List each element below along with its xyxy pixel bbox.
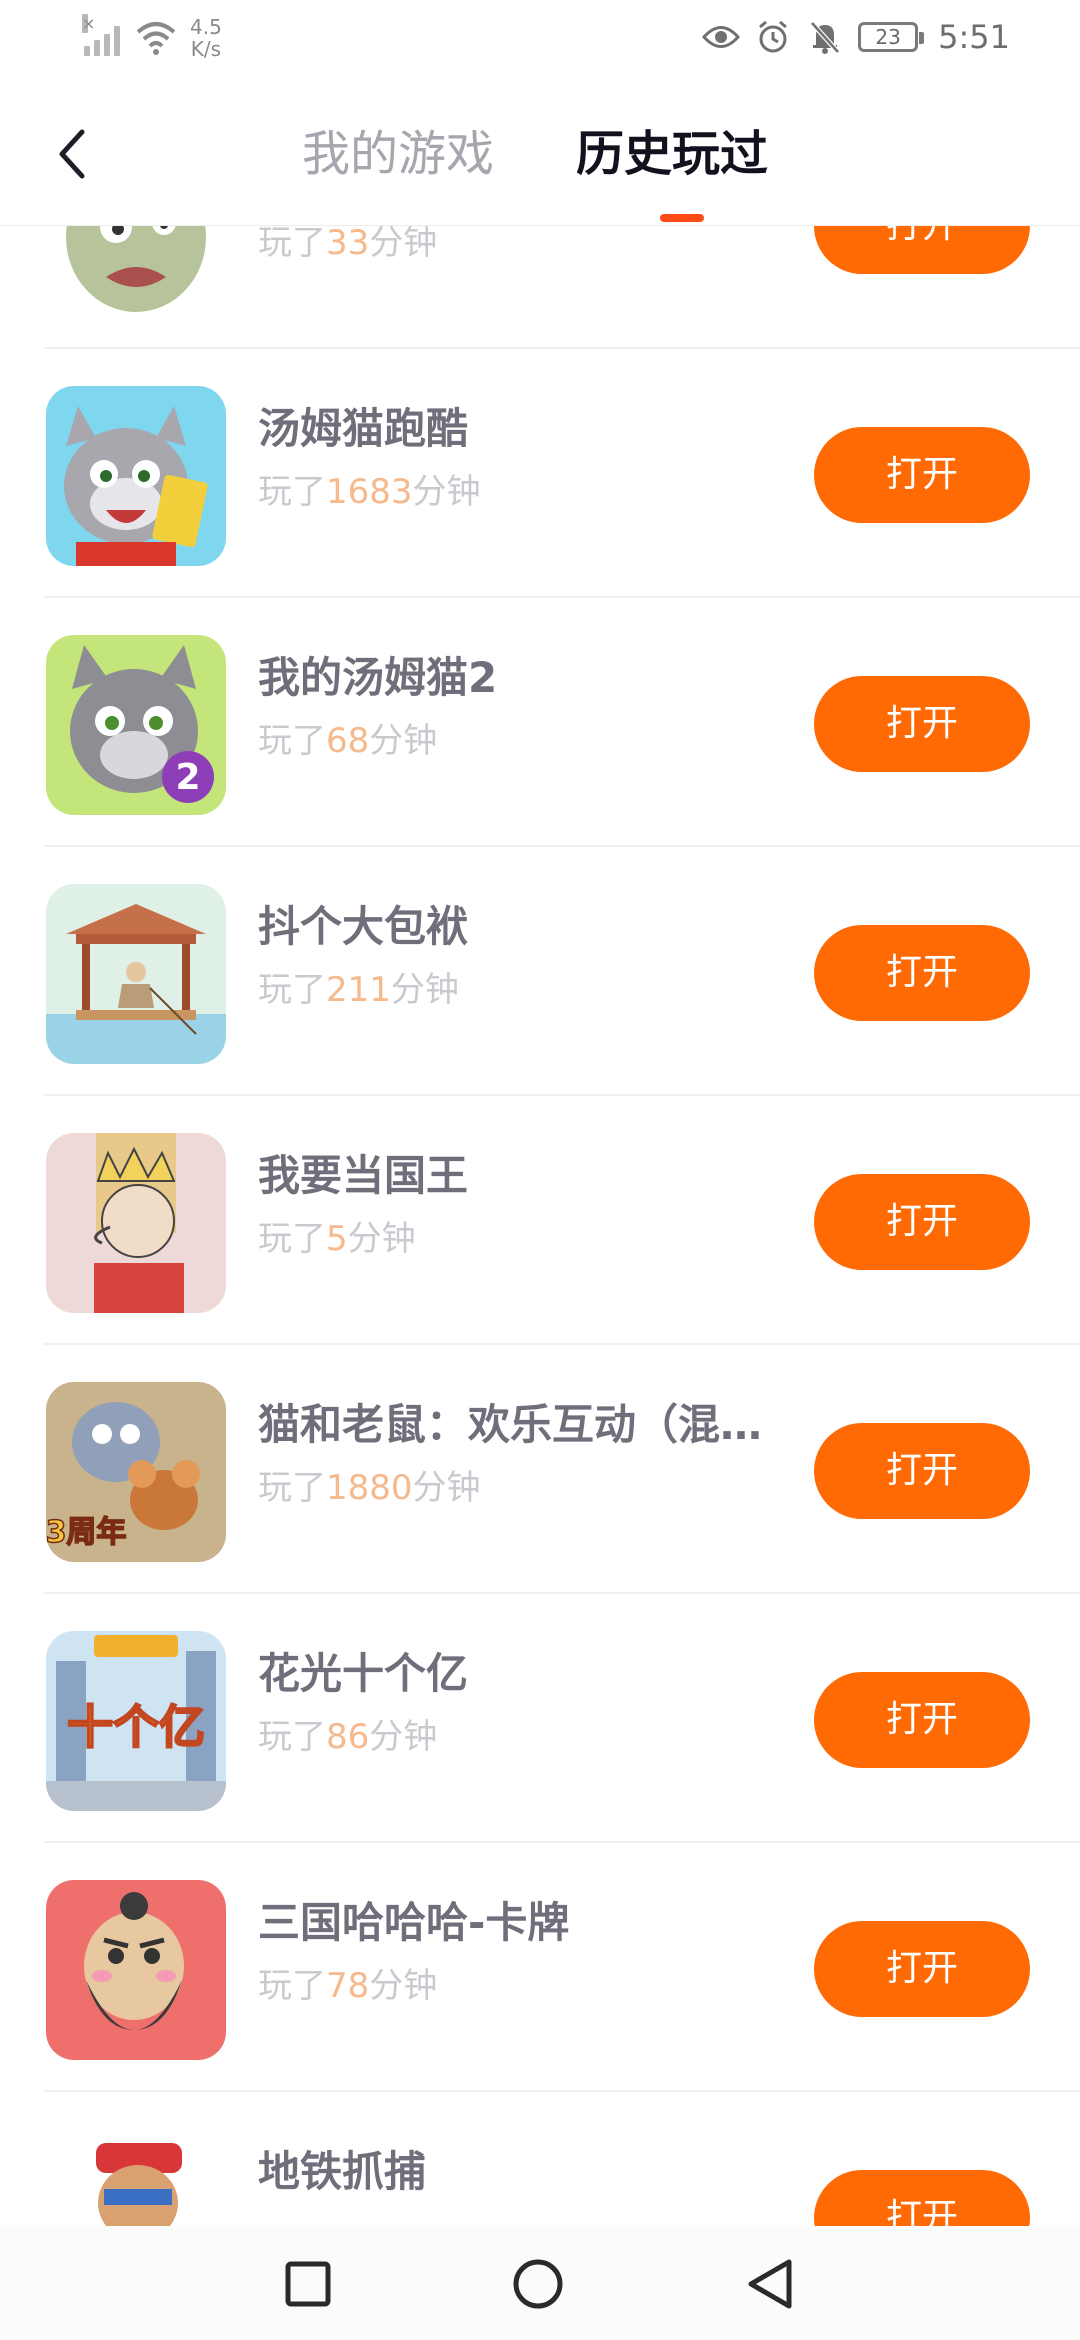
back-button[interactable]	[46, 124, 96, 184]
list-item[interactable]: 我要当国王 玩了5分钟 打开	[0, 1096, 1080, 1345]
play-time: 玩了78分钟	[258, 1964, 437, 2008]
play-time: 玩了33分钟	[258, 226, 437, 265]
play-time-suffix: 分钟	[369, 1966, 438, 2006]
open-button[interactable]: 打开	[814, 676, 1030, 772]
list-item[interactable]: 汤姆猫跑酷 玩了1683分钟 打开	[0, 349, 1080, 598]
game-title: 花光十个亿	[258, 1649, 469, 1698]
play-time-minutes: 33	[326, 226, 370, 263]
game-title: 抖个大包袱	[258, 902, 469, 951]
tab-history-played[interactable]: 历史玩过	[576, 122, 768, 186]
play-time: 玩了86分钟	[258, 1715, 437, 1759]
recent-apps-button[interactable]	[280, 2256, 336, 2312]
battery-icon: 23	[858, 22, 925, 52]
status-right: 23 5:51	[702, 18, 1010, 56]
eye-icon	[702, 18, 741, 56]
tab-my-games[interactable]: 我的游戏	[302, 122, 494, 186]
open-button[interactable]: 打开	[814, 226, 1030, 274]
game-list: 玩了33分钟 打开 汤姆猫跑酷 玩了1683分钟 打开	[0, 226, 1080, 2226]
open-button[interactable]: 打开	[814, 1921, 1030, 2017]
play-time-suffix: 分钟	[347, 1219, 416, 1259]
network-speed-unit: K/s	[190, 37, 222, 61]
battery-level: 23	[875, 25, 901, 49]
open-button[interactable]: 打开	[814, 2170, 1030, 2226]
pavilion-fisherman-icon	[46, 884, 226, 1064]
icon-caption: 3周年	[46, 1515, 126, 1550]
play-time-minutes: 86	[326, 1717, 370, 1757]
game-title: 我要当国王	[258, 1151, 469, 1200]
list-item[interactable]: 三国哈哈哈-卡牌 玩了78分钟 打开	[0, 1843, 1080, 2092]
wifi-icon	[134, 20, 178, 56]
game-title: 地铁抓捕	[258, 2147, 427, 2196]
open-button[interactable]: 打开	[814, 1174, 1030, 1270]
game-title: 我的汤姆猫2	[258, 653, 498, 702]
play-time-prefix: 玩了	[258, 1966, 326, 2006]
play-time-minutes: 1683	[326, 472, 413, 512]
back-nav-button[interactable]	[742, 2256, 798, 2312]
triangle-back-icon	[748, 2259, 792, 2309]
square-icon	[285, 2261, 331, 2307]
play-time-minutes: 5	[326, 1219, 348, 1259]
list-item[interactable]: 抖个大包袱 玩了211分钟 打开	[0, 847, 1080, 1096]
open-button[interactable]: 打开	[814, 925, 1030, 1021]
play-time-prefix: 玩了	[258, 226, 326, 263]
network-speed: 4.5 K/s	[190, 16, 222, 60]
play-time-suffix: 分钟	[369, 226, 438, 263]
list-item[interactable]: 3周年 猫和老鼠：欢乐互动（混… 玩了1880分钟 打开	[0, 1345, 1080, 1594]
home-button[interactable]	[510, 2256, 566, 2312]
header: 我的游戏 历史玩过	[0, 80, 1080, 226]
play-time-minutes: 211	[326, 970, 391, 1010]
open-button[interactable]: 打开	[814, 1423, 1030, 1519]
play-time: 玩了1880分钟	[258, 1466, 481, 1510]
open-button[interactable]: 打开	[814, 1672, 1030, 1768]
list-item[interactable]: 2 我的汤姆猫2 玩了68分钟 打开	[0, 598, 1080, 847]
my-talking-tom-2-icon: 2	[46, 635, 226, 815]
list-item[interactable]: 十个亿 花光十个亿 玩了86分钟 打开	[0, 1594, 1080, 1843]
game-title: 三国哈哈哈-卡牌	[258, 1898, 570, 1947]
tom-and-jerry-icon: 3周年	[46, 1382, 226, 1562]
clock: 5:51	[938, 18, 1010, 56]
play-time-suffix: 分钟	[390, 970, 459, 1010]
play-time-prefix: 玩了	[258, 1468, 326, 1508]
subway-runner-icon	[46, 2129, 226, 2226]
play-time-prefix: 玩了	[258, 1717, 326, 1757]
list-item[interactable]: 地铁抓捕 打开	[0, 2092, 1080, 2226]
play-time-prefix: 玩了	[258, 970, 326, 1010]
network-speed-value: 4.5	[190, 15, 222, 39]
system-nav-bar	[0, 2226, 1080, 2340]
circle-icon	[513, 2259, 563, 2309]
game-title: 猫和老鼠：欢乐互动（混…	[258, 1400, 763, 1449]
play-time-suffix: 分钟	[412, 1468, 481, 1508]
play-time-suffix: 分钟	[369, 721, 438, 761]
signal-icon: ×	[82, 14, 120, 56]
ten-billion-icon: 十个亿	[46, 1631, 226, 1811]
icon-caption: 十个亿	[67, 1700, 205, 1754]
play-time-minutes: 1880	[326, 1468, 413, 1508]
status-bar: × 4.5 K/s 23 5:51	[0, 0, 1080, 80]
play-time-minutes: 78	[326, 1966, 370, 2006]
status-left: × 4.5 K/s	[82, 14, 222, 60]
svg-text:2: 2	[175, 757, 200, 798]
zombie-game-icon	[46, 226, 226, 317]
list-item[interactable]: 玩了33分钟 打开	[0, 226, 1080, 349]
three-kingdoms-icon	[46, 1880, 226, 2060]
play-time-suffix: 分钟	[369, 1717, 438, 1757]
chevron-left-icon	[59, 129, 85, 179]
open-button[interactable]: 打开	[814, 427, 1030, 523]
play-time-prefix: 玩了	[258, 721, 326, 761]
game-title: 汤姆猫跑酷	[258, 404, 469, 453]
tab-active-indicator	[660, 214, 704, 222]
play-time: 玩了5分钟	[258, 1217, 416, 1261]
play-time-prefix: 玩了	[258, 472, 326, 512]
play-time: 玩了68分钟	[258, 719, 437, 763]
talking-tom-gold-run-icon	[46, 386, 226, 566]
alarm-icon	[754, 18, 792, 56]
play-time: 玩了1683分钟	[258, 470, 481, 514]
mute-bell-icon	[806, 18, 844, 56]
play-time-prefix: 玩了	[258, 1219, 326, 1259]
play-time-minutes: 68	[326, 721, 370, 761]
king-icon	[46, 1133, 226, 1313]
play-time-suffix: 分钟	[412, 472, 481, 512]
play-time: 玩了211分钟	[258, 968, 459, 1012]
